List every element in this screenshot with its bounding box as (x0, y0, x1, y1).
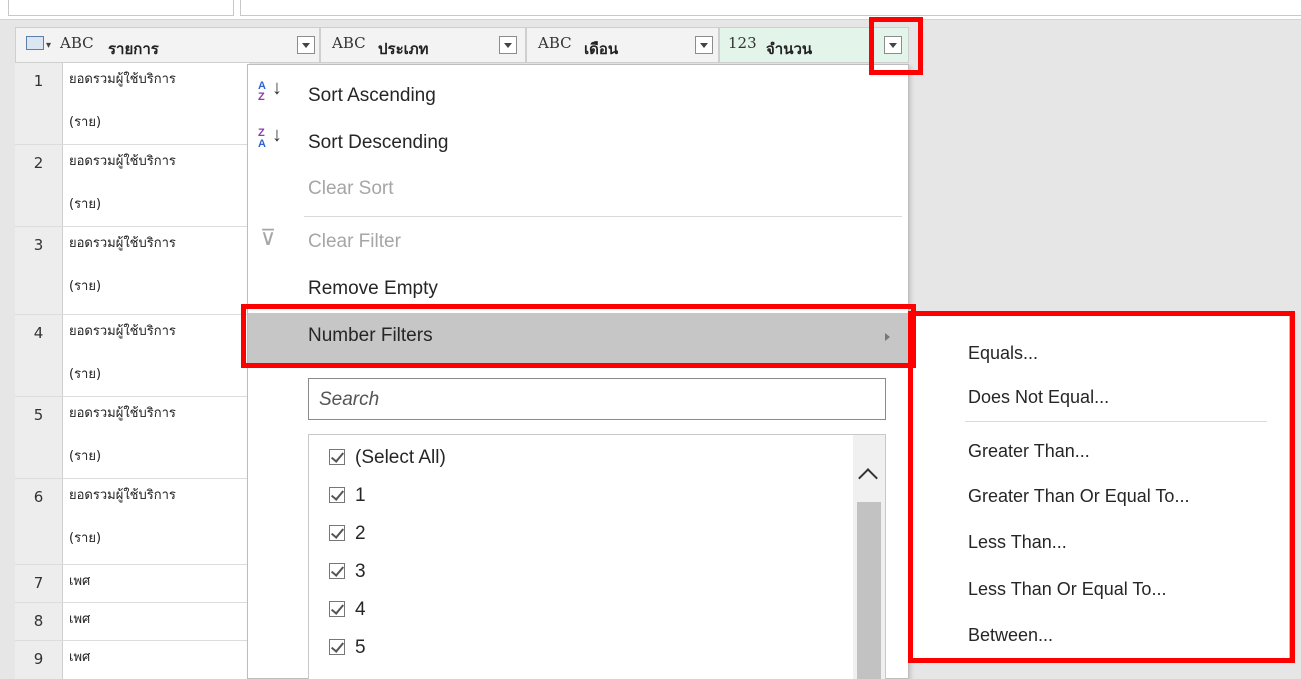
cell-text: ยอดรวมผู้ใช้บริการ (69, 72, 176, 87)
row-number: 3 (15, 227, 63, 314)
cell-text: เพศ (69, 612, 91, 627)
list-scrollbar[interactable] (853, 435, 885, 679)
table-row[interactable]: 4 ยอดรวมผู้ใช้บริการ (ราย) (15, 315, 249, 397)
column-title: ประเภท (378, 40, 429, 58)
annotation-box-filter-button (869, 17, 923, 75)
menu-separator (304, 216, 902, 217)
table-icon[interactable] (26, 36, 44, 50)
row-number: 4 (15, 315, 63, 396)
cell-text: ยอดรวมผู้ใช้บริการ (69, 154, 176, 169)
column-filter-button[interactable] (695, 36, 713, 54)
text-type-icon: ABC (538, 34, 572, 52)
checkbox-checked-icon[interactable] (329, 487, 345, 503)
table-row[interactable]: 2 ยอดรวมผู้ใช้บริการ (ราย) (15, 145, 249, 227)
column-title: รายการ (108, 40, 159, 58)
number-type-icon: 123 (728, 34, 757, 52)
table-row[interactable]: 1 ยอดรวมผู้ใช้บริการ (ราย) (15, 63, 249, 145)
column-header-duean[interactable]: ABC เดือน (526, 27, 719, 63)
checkbox-checked-icon[interactable] (329, 601, 345, 617)
sort-ascending-icon: A Z ↓ (258, 77, 282, 103)
table-menu-chevron-icon: ▾ (46, 40, 52, 51)
name-box[interactable] (8, 0, 234, 16)
scroll-thumb[interactable] (857, 502, 881, 679)
table-row[interactable]: 9 เพศ (15, 641, 249, 679)
column-title: เดือน (584, 40, 619, 58)
cell-text: เพศ (69, 574, 91, 589)
row-number: 9 (15, 641, 63, 679)
cell-text-line2: (ราย) (69, 449, 102, 464)
cell-text: ยอดรวมผู้ใช้บริการ (69, 236, 176, 251)
table-row[interactable]: 6 ยอดรวมผู้ใช้บริการ (ราย) (15, 479, 249, 565)
row-number: 2 (15, 145, 63, 226)
row-number: 6 (15, 479, 63, 564)
cell-text-line2: (ราย) (69, 367, 102, 382)
column-filter-menu: A Z ↓ Sort Ascending Z A ↓ Sort Descending C… (247, 64, 909, 679)
cell-text-line2: (ราย) (69, 197, 102, 212)
checkbox-checked-icon[interactable] (329, 525, 345, 541)
filter-values-list: (Select All) 1 2 3 4 5 (308, 434, 886, 679)
top-strip (0, 0, 1301, 20)
cell-text-line2: (ราย) (69, 115, 102, 130)
checkbox-checked-icon[interactable] (329, 449, 345, 465)
column-title: จำนวน (766, 40, 813, 58)
cell-text: ยอดรวมผู้ใช้บริการ (69, 324, 176, 339)
cell-text: เพศ (69, 650, 91, 665)
text-type-icon: ABC (60, 34, 94, 52)
column-filter-button[interactable] (297, 36, 315, 54)
table-row[interactable]: 7 เพศ (15, 565, 249, 603)
row-number: 5 (15, 397, 63, 478)
search-input[interactable]: Search (308, 378, 886, 420)
checkbox-checked-icon[interactable] (329, 639, 345, 655)
formula-bar[interactable] (240, 0, 1301, 16)
cell-text-line2: (ราย) (69, 279, 102, 294)
row-number: 8 (15, 603, 63, 640)
table-row[interactable]: 5 ยอดรวมผู้ใช้บริการ (ราย) (15, 397, 249, 479)
cell-text: ยอดรวมผู้ใช้บริการ (69, 488, 176, 503)
column-filter-button[interactable] (499, 36, 517, 54)
table-row[interactable]: 8 เพศ (15, 603, 249, 641)
checkbox-checked-icon[interactable] (329, 563, 345, 579)
table-row[interactable]: 3 ยอดรวมผู้ใช้บริการ (ราย) (15, 227, 249, 315)
annotation-box-submenu (908, 311, 1295, 663)
cell-text-line2: (ราย) (69, 531, 102, 546)
scroll-up-icon[interactable] (858, 468, 878, 488)
row-number: 1 (15, 63, 63, 144)
annotation-box-number-filters (241, 304, 916, 368)
clear-filter-icon: ⊽ (260, 225, 277, 250)
row-number: 7 (15, 565, 63, 602)
text-type-icon: ABC (332, 34, 366, 52)
column-header-rayakan[interactable]: ▾ ABC รายการ (15, 27, 320, 63)
column-header-prapet[interactable]: ABC ประเภท (320, 27, 526, 63)
cell-text: ยอดรวมผู้ใช้บริการ (69, 406, 176, 421)
sort-descending-icon: Z A ↓ (258, 124, 282, 150)
